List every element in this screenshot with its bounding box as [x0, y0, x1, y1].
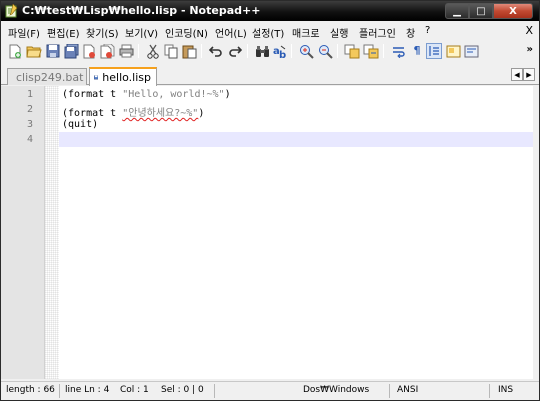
tab-hello-lisp[interactable]: hello.lisp	[89, 67, 157, 86]
current-line-highlight	[59, 132, 533, 147]
editor-area[interactable]: 1 2 3 4 (format t "Hello, world!~%") (fo…	[1, 86, 539, 379]
code-text: (format t	[62, 108, 123, 119]
toolbar-separator	[138, 44, 139, 58]
toolbar: ab ¶ »	[1, 41, 539, 63]
close-icon: X	[509, 5, 517, 17]
fold-margin[interactable]	[45, 86, 59, 379]
macro-record-icon[interactable]	[463, 43, 479, 59]
notepadpp-window: C:₩test₩Lisp₩hello.lisp - Notepad++ ▁ □ …	[0, 0, 540, 401]
zoom-out-icon[interactable]	[317, 43, 333, 59]
doc-map-icon[interactable]	[445, 43, 461, 59]
save-icon[interactable]	[45, 43, 61, 59]
minimize-icon: ▁	[453, 5, 461, 17]
menu-view[interactable]: 보기(V)	[125, 25, 158, 40]
status-separator	[214, 384, 215, 398]
string-literal: "Hello, world!~%"	[122, 89, 225, 100]
code-text: (quit)	[62, 119, 99, 130]
status-col: Col : 1	[120, 385, 149, 395]
close-document-button[interactable]: X	[525, 24, 533, 37]
code-text: (format t	[62, 89, 123, 100]
line-number: 3	[26, 119, 33, 130]
tab-scroll-left-button[interactable]: ◀	[511, 68, 523, 81]
code-line-3[interactable]: (quit)	[62, 119, 98, 130]
window-title: C:₩test₩Lisp₩hello.lisp - Notepad++	[22, 4, 261, 17]
menu-window[interactable]: 창	[406, 25, 415, 40]
toolbar-separator	[383, 44, 384, 58]
menu-help[interactable]: ?	[425, 25, 430, 36]
menu-language[interactable]: 언어(L)	[215, 25, 247, 40]
close-all-icon[interactable]	[99, 43, 115, 59]
string-literal: "안녕하세요?~%"	[122, 108, 199, 119]
file-saved-icon	[94, 75, 99, 80]
status-line: line Ln : 4	[65, 385, 110, 395]
toolbar-separator	[337, 44, 338, 58]
new-file-icon[interactable]	[7, 43, 23, 59]
code-line-1[interactable]: (format t "Hello, world!~%")	[62, 89, 231, 100]
code-text: )	[224, 89, 231, 100]
find-icon[interactable]	[254, 43, 270, 59]
toolbar-separator	[291, 44, 292, 58]
line-number: 1	[26, 89, 33, 100]
close-window-button[interactable]: X	[493, 3, 533, 19]
status-eol: Dos₩Windows	[303, 385, 370, 395]
tab-label: hello.lisp	[102, 71, 151, 84]
status-bar: length : 66 line Ln : 4 Col : 1 Sel : 0 …	[1, 381, 539, 400]
menu-run[interactable]: 실행	[330, 25, 348, 40]
line-number: 2	[26, 104, 33, 115]
menu-search[interactable]: 찾기(S)	[86, 25, 119, 40]
menu-edit[interactable]: 편집(E)	[47, 25, 80, 40]
menu-settings[interactable]: 설정(T)	[252, 25, 284, 40]
menu-bar: 파일(F) 편집(E) 찾기(S) 보기(V) 인코딩(N) 언어(L) 설정(…	[1, 21, 539, 41]
wrap-icon[interactable]	[391, 43, 407, 59]
line-number-gutter: 1 2 3 4	[1, 86, 45, 379]
status-length: length : 66	[6, 385, 55, 395]
code-text: )	[198, 108, 205, 119]
status-insert-mode: INS	[498, 385, 514, 395]
indent-guide-icon[interactable]	[426, 43, 442, 59]
toolbar-separator	[201, 44, 202, 58]
redo-icon[interactable]	[227, 43, 243, 59]
zoom-in-icon[interactable]	[298, 43, 314, 59]
tab-scroll-right-button[interactable]: ▶	[523, 68, 535, 81]
close-icon[interactable]	[81, 43, 97, 59]
title-bar[interactable]: C:₩test₩Lisp₩hello.lisp - Notepad++ ▁ □ …	[1, 1, 539, 21]
undo-icon[interactable]	[208, 43, 224, 59]
maximize-button[interactable]: □	[469, 3, 493, 19]
open-file-icon[interactable]	[26, 43, 42, 59]
status-selection: Sel : 0 | 0	[161, 385, 204, 395]
copy-icon[interactable]	[163, 43, 179, 59]
sync-v-icon[interactable]	[344, 43, 360, 59]
status-separator	[59, 384, 60, 398]
paste-icon[interactable]	[181, 43, 197, 59]
code-line-2[interactable]: (format t "안녕하세요?~%")	[62, 104, 204, 119]
sync-h-icon[interactable]	[363, 43, 379, 59]
vertical-scrollbar[interactable]	[533, 86, 539, 379]
tab-bar: clisp249.bat hello.lisp ◀ ▶	[1, 65, 539, 86]
replace-icon[interactable]: ab	[272, 43, 288, 59]
menu-plugins[interactable]: 플러그인	[359, 25, 396, 40]
save-all-icon[interactable]	[63, 43, 79, 59]
minimize-button[interactable]: ▁	[445, 3, 469, 19]
tab-clisp249-bat[interactable]: clisp249.bat	[7, 68, 87, 85]
menu-encoding[interactable]: 인코딩(N)	[165, 25, 208, 40]
toolbar-separator	[247, 44, 248, 58]
show-all-chars-icon[interactable]: ¶	[409, 43, 425, 59]
print-icon[interactable]	[118, 43, 134, 59]
maximize-icon: □	[476, 5, 486, 17]
line-number: 4	[26, 134, 33, 145]
status-separator	[489, 384, 490, 398]
notepadpp-app-icon	[5, 4, 18, 18]
toolbar-overflow-button[interactable]: »	[527, 44, 533, 55]
status-separator	[389, 384, 390, 398]
svg-text:b: b	[279, 50, 286, 59]
cut-icon[interactable]	[145, 43, 161, 59]
tab-label: clisp249.bat	[16, 70, 84, 84]
menu-macro[interactable]: 매크로	[292, 25, 320, 40]
menu-file[interactable]: 파일(F)	[8, 25, 40, 40]
status-encoding: ANSI	[397, 385, 419, 395]
